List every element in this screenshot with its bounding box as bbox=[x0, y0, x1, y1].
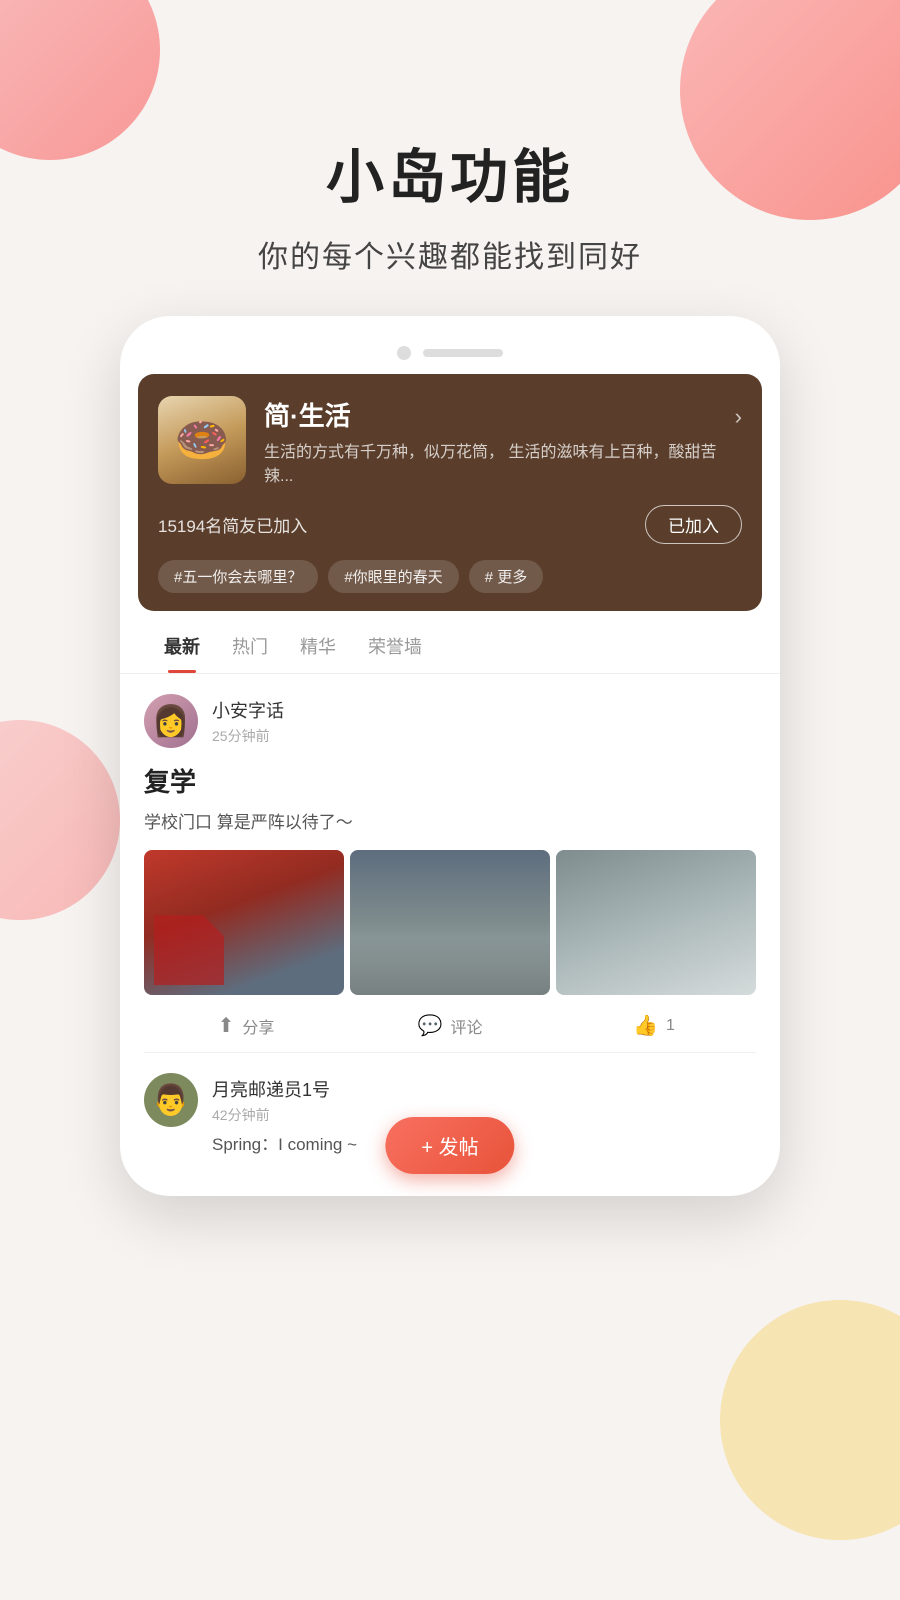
share-label: 分享 bbox=[242, 1014, 274, 1038]
post-author-avatar-2 bbox=[144, 1073, 198, 1127]
post-image-3[interactable] bbox=[556, 850, 756, 995]
page-title: 小岛功能 bbox=[0, 130, 900, 214]
island-name: 简·生活 bbox=[264, 396, 717, 433]
post-time-1: 25分钟前 bbox=[212, 726, 756, 746]
tab-featured[interactable]: 精华 bbox=[284, 615, 352, 673]
share-button[interactable]: ⬆ 分享 bbox=[144, 1013, 348, 1038]
island-description: 生活的方式有千万种，似万花筒， 生活的滋味有上百种，酸甜苦辣... bbox=[264, 441, 717, 489]
post-author-name-2: 月亮邮递员1号 bbox=[212, 1076, 756, 1102]
like-button[interactable]: 👍 1 bbox=[552, 1013, 756, 1038]
island-tag-2[interactable]: #你眼里的春天 bbox=[328, 560, 458, 593]
island-members-row: 15194名简友已加入 已加入 bbox=[158, 505, 742, 544]
chevron-right-icon[interactable]: › bbox=[735, 404, 742, 430]
bg-decoration-bottom-right bbox=[720, 1300, 900, 1540]
phone-camera bbox=[397, 346, 411, 360]
bg-decoration-mid-left bbox=[0, 720, 120, 920]
header-section: 小岛功能 你的每个兴趣都能找到同好 bbox=[0, 0, 900, 316]
island-members-count: 15194名简友已加入 bbox=[158, 512, 307, 537]
phone-mockup: 简·生活 生活的方式有千万种，似万花筒， 生活的滋味有上百种，酸甜苦辣... ›… bbox=[120, 316, 780, 1196]
comment-label: 评论 bbox=[450, 1014, 482, 1038]
post-author-info-1: 小安字话 25分钟前 bbox=[212, 697, 756, 746]
comment-button[interactable]: 💬 评论 bbox=[348, 1013, 552, 1038]
post-image-1[interactable] bbox=[144, 850, 344, 995]
join-button[interactable]: 已加入 bbox=[645, 505, 742, 544]
post-author-row: 小安字话 25分钟前 bbox=[144, 694, 756, 748]
island-card-header: 简·生活 生活的方式有千万种，似万花筒， 生活的滋味有上百种，酸甜苦辣... › bbox=[158, 396, 742, 489]
island-info: 简·生活 生活的方式有千万种，似万花筒， 生活的滋味有上百种，酸甜苦辣... bbox=[264, 396, 717, 489]
post-body-1: 学校门口 算是严阵以待了～ bbox=[144, 809, 756, 836]
island-tags: #五一你会去哪里？ #你眼里的春天 # 更多 bbox=[158, 560, 742, 593]
phone-top-bar bbox=[120, 346, 780, 360]
island-avatar bbox=[158, 396, 246, 484]
tab-honor[interactable]: 荣誉墙 bbox=[352, 615, 438, 673]
tab-latest[interactable]: 最新 bbox=[148, 615, 216, 673]
island-card: 简·生活 生活的方式有千万种，似万花筒， 生活的滋味有上百种，酸甜苦辣... ›… bbox=[138, 374, 762, 611]
fab-post-button[interactable]: + 发帖 bbox=[385, 1117, 514, 1174]
island-avatar-image bbox=[158, 396, 246, 484]
post-author-name-1: 小安字话 bbox=[212, 697, 756, 723]
page-subtitle: 你的每个兴趣都能找到同好 bbox=[0, 232, 900, 276]
comment-icon: 💬 bbox=[418, 1013, 443, 1038]
like-icon: 👍 bbox=[633, 1013, 658, 1038]
phone-speaker bbox=[423, 349, 503, 357]
post-images-1 bbox=[144, 850, 756, 995]
like-count: 1 bbox=[666, 1017, 675, 1035]
post-title-1: 复学 bbox=[144, 762, 756, 799]
post-image-2[interactable] bbox=[350, 850, 550, 995]
tabs-bar: 最新 热门 精华 荣誉墙 bbox=[120, 615, 780, 674]
post-actions-1: ⬆ 分享 💬 评论 👍 1 bbox=[144, 999, 756, 1053]
tab-hot[interactable]: 热门 bbox=[216, 615, 284, 673]
island-tag-1[interactable]: #五一你会去哪里？ bbox=[158, 560, 318, 593]
island-tag-more[interactable]: # 更多 bbox=[469, 560, 544, 593]
post-author-avatar-1 bbox=[144, 694, 198, 748]
post-card-1: 小安字话 25分钟前 复学 学校门口 算是严阵以待了～ ⬆ 分享 💬 评论 👍 bbox=[120, 674, 780, 1053]
share-icon: ⬆ bbox=[218, 1013, 235, 1038]
